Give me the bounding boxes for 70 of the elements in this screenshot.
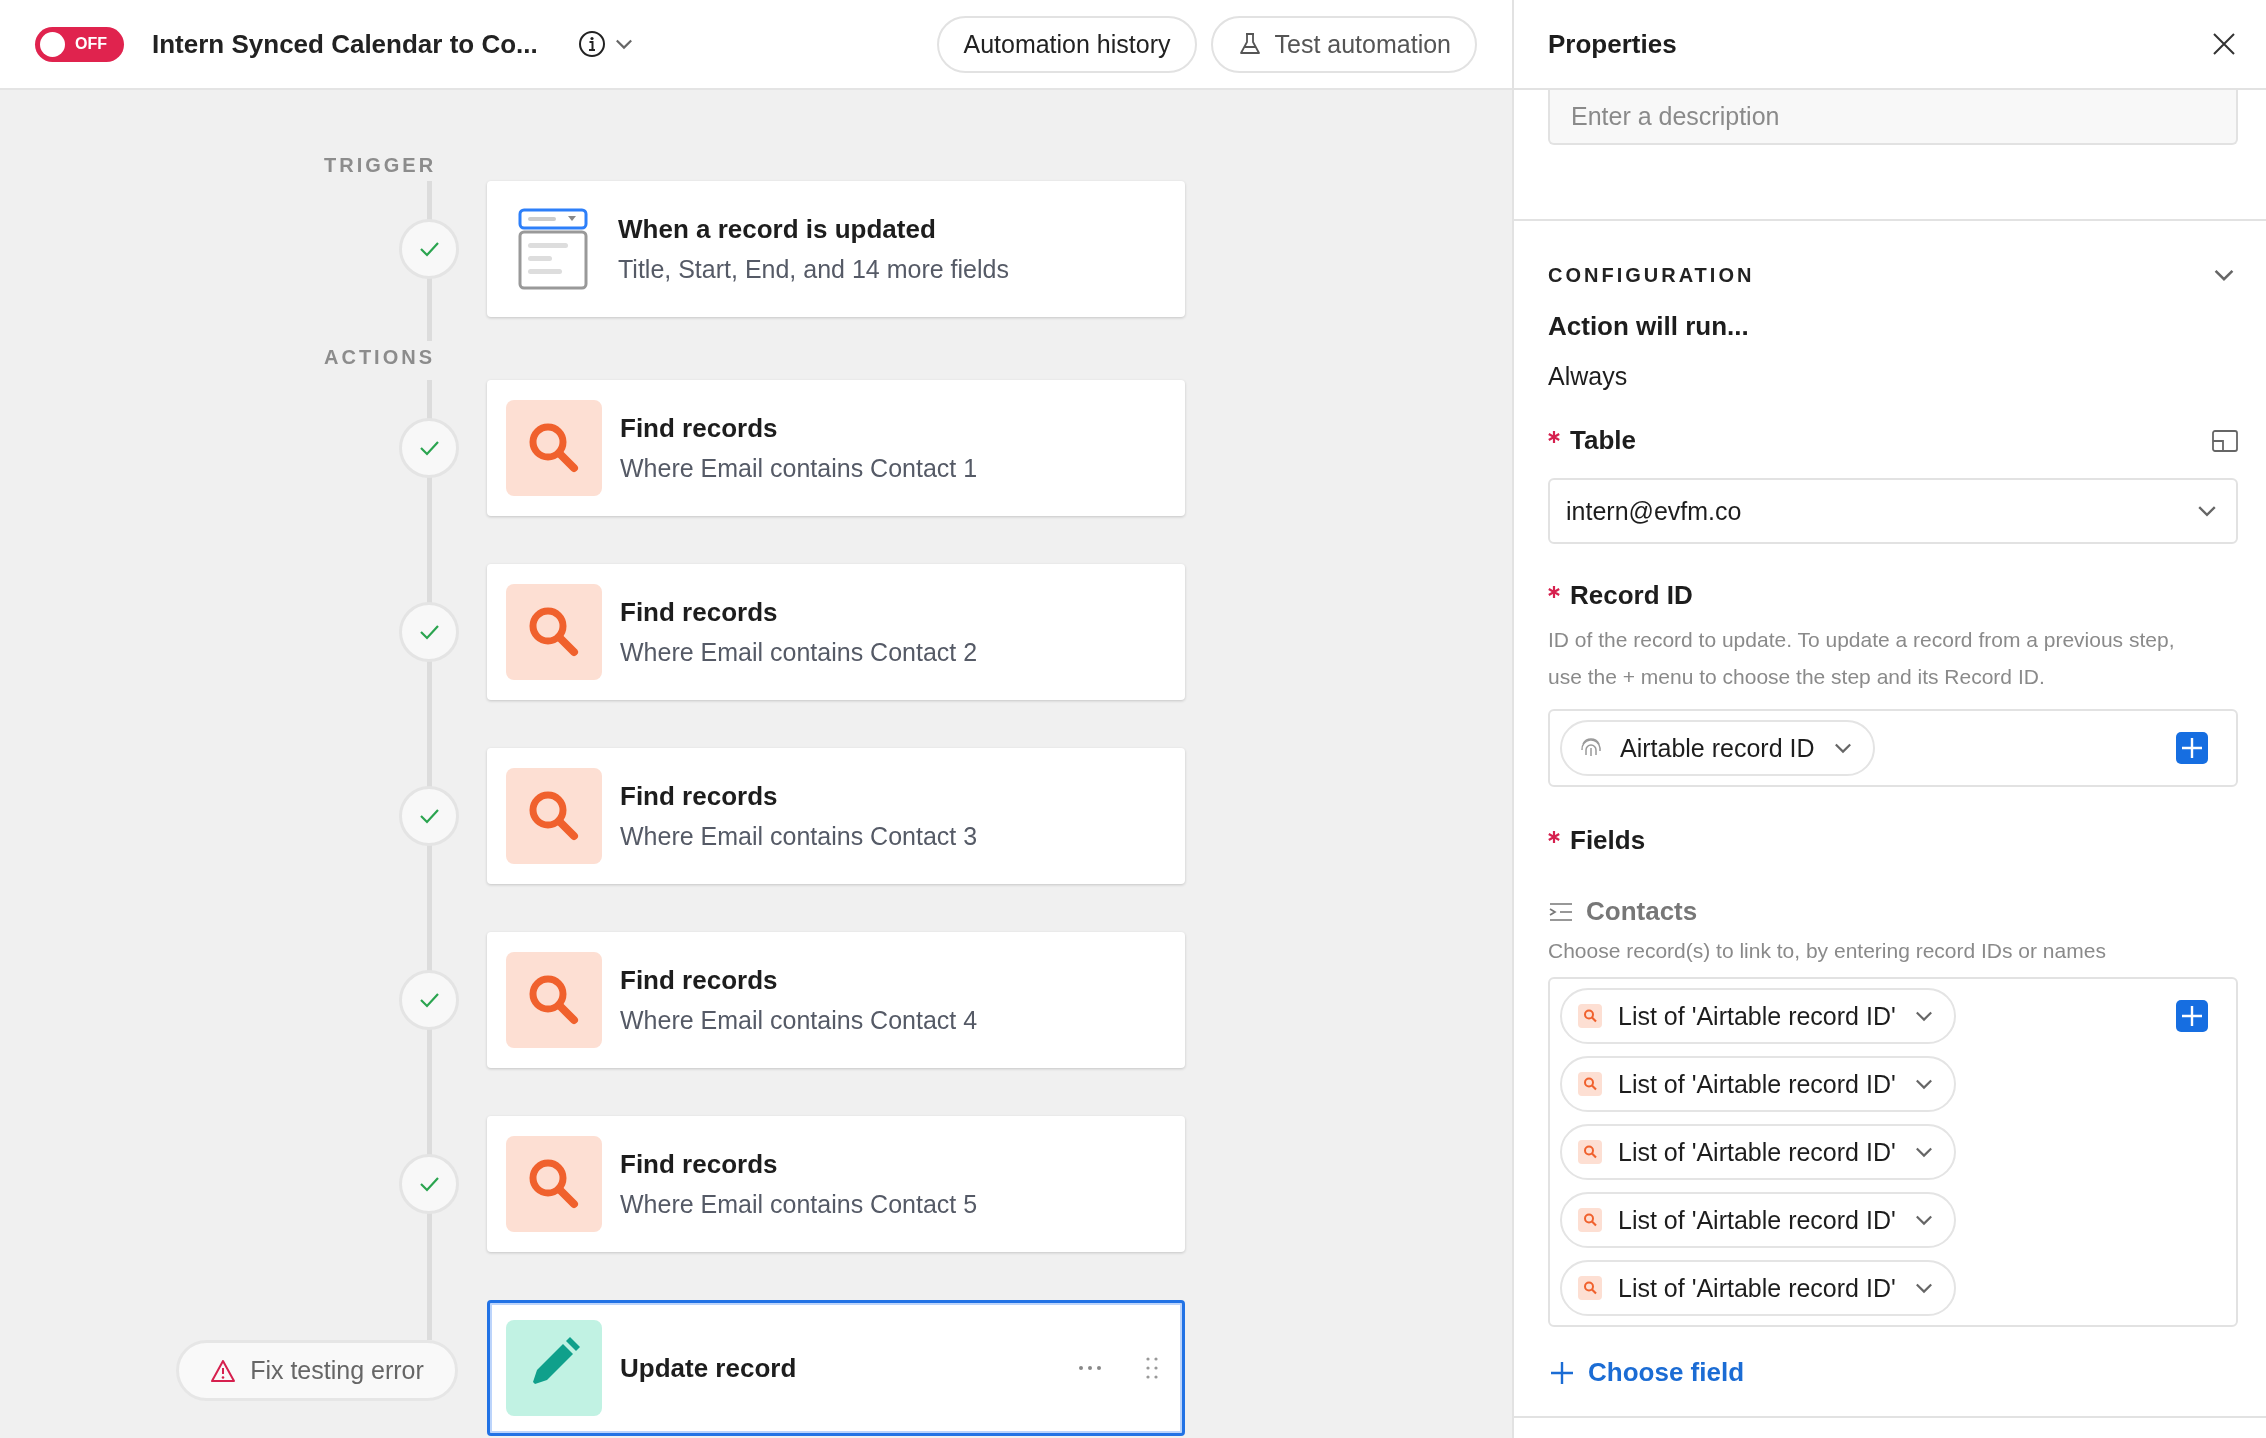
step-card[interactable]: Find records Where Email contains Contact 3 xyxy=(487,748,1185,884)
search-icon xyxy=(1578,1140,1602,1164)
more-icon[interactable] xyxy=(1078,1364,1102,1372)
search-icon xyxy=(506,584,602,680)
search-icon xyxy=(506,400,602,496)
plus-icon[interactable] xyxy=(2176,732,2208,764)
step-title: When a record is updated xyxy=(618,214,937,245)
automation-name: Intern Synced Calendar to Co... xyxy=(152,28,538,60)
run-condition-label: Action will run... xyxy=(1548,311,1749,342)
token-pill[interactable]: List of 'Airtable record ID' xyxy=(1560,1260,1956,1316)
step-title: Find records xyxy=(620,965,779,996)
step-title: Update record xyxy=(620,1352,797,1384)
step-description: Where Email contains Contact 5 xyxy=(620,1190,978,1219)
linked-records-icon xyxy=(1548,901,1574,922)
step-description: Where Email contains Contact 4 xyxy=(620,1006,978,1035)
table-select[interactable]: intern@evfm.co xyxy=(1548,478,2238,544)
section-heading: TRIGGER xyxy=(324,153,437,178)
plus-icon xyxy=(1550,1360,1574,1385)
search-icon xyxy=(1578,1004,1602,1028)
search-icon xyxy=(506,952,602,1048)
step-description: Where Email contains Contact 2 xyxy=(620,638,978,667)
on-off-toggle[interactable]: OFF xyxy=(35,26,124,62)
step-card[interactable]: Find records Where Email contains Contact 4 xyxy=(487,932,1185,1068)
test-button[interactable]: Test automation xyxy=(1210,15,1477,73)
search-icon xyxy=(1578,1072,1602,1096)
step-card[interactable]: When a record is updated Title, Start, End, and 14 more fields xyxy=(487,181,1185,317)
run-condition-value: Always xyxy=(1548,362,1628,391)
token-pill[interactable]: List of 'Airtable record ID' xyxy=(1560,988,1956,1044)
help-text: Choose record(s) to link to, by entering record IDs or names xyxy=(1548,939,2107,963)
step-description: Where Email contains Contact 3 xyxy=(620,822,978,851)
field-name: Contacts xyxy=(1586,896,1698,927)
warning-icon xyxy=(210,1358,237,1383)
step-title: Find records xyxy=(620,781,779,812)
info-icon[interactable] xyxy=(577,30,606,58)
step-card[interactable]: Find records Where Email contains Contact 5 xyxy=(487,1116,1185,1252)
panel-icon[interactable] xyxy=(2212,429,2238,452)
field-label: Table xyxy=(1570,425,1636,456)
close-icon[interactable] xyxy=(2212,32,2236,56)
plus-icon[interactable] xyxy=(2176,1000,2208,1032)
form-icon xyxy=(518,208,588,290)
token-pill[interactable]: List of 'Airtable record ID' xyxy=(1560,1124,1956,1180)
token-pill[interactable]: List of 'Airtable record ID' xyxy=(1560,1056,1956,1112)
history-button[interactable]: Automation history xyxy=(937,15,1197,73)
panel-title: Properties xyxy=(1548,28,1677,60)
step-title: Find records xyxy=(620,1149,779,1180)
field-label: Record ID xyxy=(1570,580,1693,611)
search-icon xyxy=(506,1136,602,1232)
step-title: Find records xyxy=(620,597,779,628)
section-heading: ACTIONS xyxy=(324,345,435,370)
step-description: Where Email contains Contact 1 xyxy=(620,454,978,483)
token-field[interactable]: Airtable record ID xyxy=(1548,709,2238,787)
step-title: Find records xyxy=(620,413,779,444)
drag-handle-icon[interactable] xyxy=(1146,1357,1158,1379)
token-field[interactable]: List of 'Airtable record ID' List of 'Airtable record ID' List of 'Airtable record ID' List of 'Airtable record ID' List of 'Airtable record ID' xyxy=(1548,977,2238,1327)
search-icon xyxy=(1578,1208,1602,1232)
choose-field-link[interactable]: Choose field xyxy=(1548,1357,1744,1388)
step-description: Title, Start, End, and 14 more fields xyxy=(618,255,1009,284)
help-text: ID of the record to update. To update a record from a previous step, use the + menu to choose the step and its Record ID. xyxy=(1548,627,2176,690)
step-card[interactable]: Find records Where Email contains Contact 1 xyxy=(487,380,1185,516)
search-icon xyxy=(506,768,602,864)
search-icon xyxy=(1578,1276,1602,1300)
step-card[interactable]: Update record xyxy=(487,1300,1185,1436)
description-field[interactable]: Enter a description xyxy=(1548,90,2238,145)
pencil-icon xyxy=(506,1320,602,1416)
token-pill[interactable]: Airtable record ID xyxy=(1560,720,1875,776)
fix-error-button[interactable]: Fix testing error xyxy=(176,1340,458,1401)
token-pill[interactable]: List of 'Airtable record ID' xyxy=(1560,1192,1956,1248)
step-card[interactable]: Find records Where Email contains Contact 2 xyxy=(487,564,1185,700)
section-heading: CONFIGURATION xyxy=(1548,263,1755,287)
field-label: Fields xyxy=(1570,825,1646,856)
